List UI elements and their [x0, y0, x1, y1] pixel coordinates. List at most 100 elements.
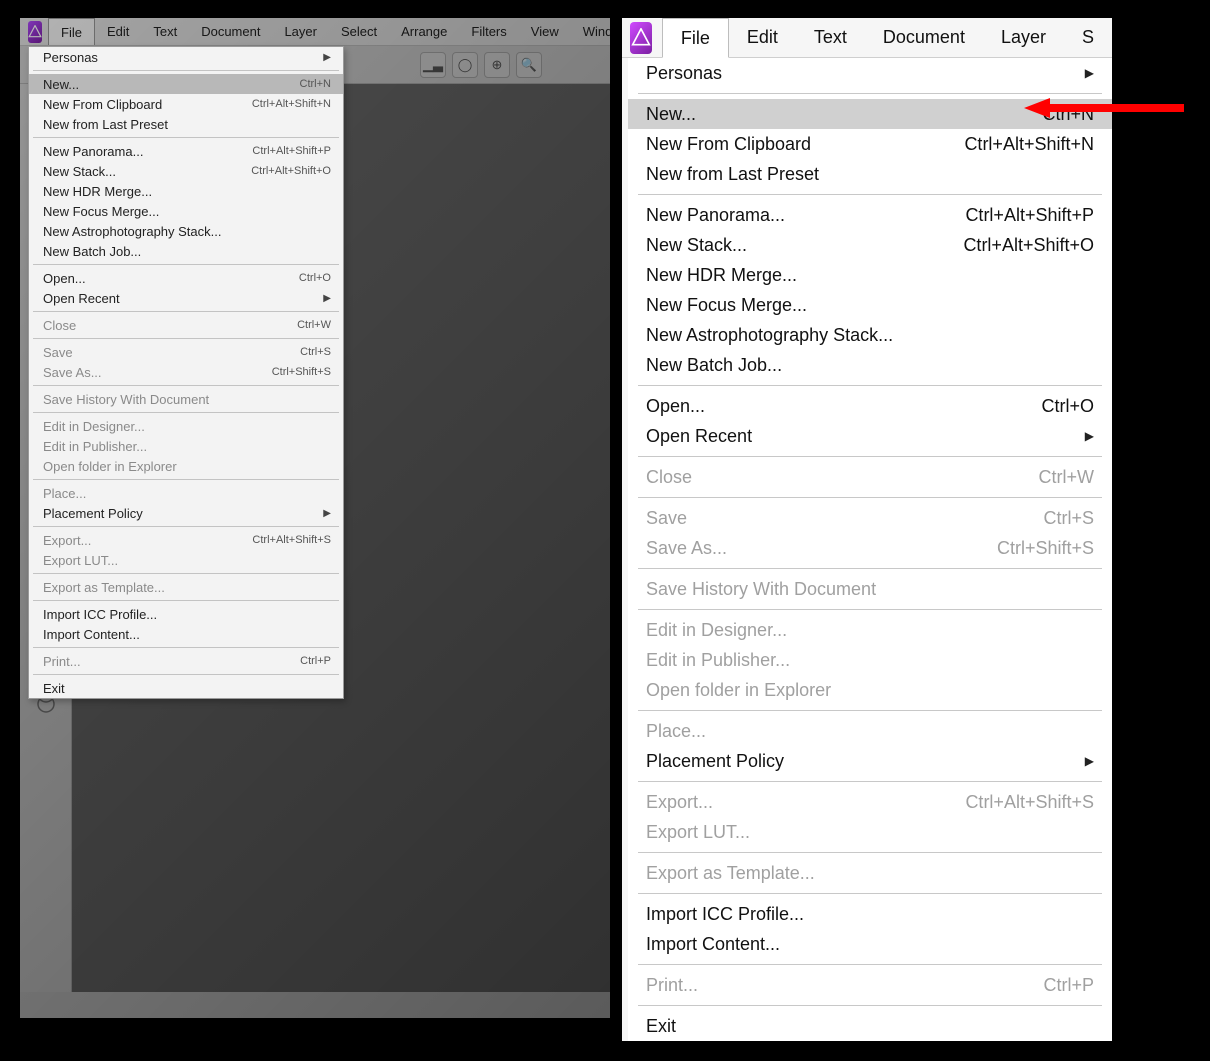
menu-item-label: New from Last Preset	[43, 117, 168, 132]
menu-item-new-focus-merge[interactable]: New Focus Merge...	[29, 201, 343, 221]
menu-item-import-content[interactable]: Import Content...	[29, 624, 343, 644]
menu-item-exit[interactable]: Exit	[628, 1011, 1112, 1041]
menu-item-save-history-with-document: Save History With Document	[29, 389, 343, 409]
menubar-item-document[interactable]: Document	[189, 18, 272, 45]
menubar-item-document[interactable]: Document	[865, 18, 983, 57]
menu-item-shortcut: Ctrl+Shift+S	[997, 538, 1094, 559]
toolbar-search-icon[interactable]: 🔍	[516, 52, 542, 78]
menu-item-new-stack[interactable]: New Stack...Ctrl+Alt+Shift+O	[29, 161, 343, 181]
menu-item-new-stack[interactable]: New Stack...Ctrl+Alt+Shift+O	[628, 230, 1112, 260]
menu-item-label: New From Clipboard	[646, 134, 811, 155]
menubar-item-file[interactable]: File	[48, 18, 95, 45]
menu-separator	[33, 264, 339, 265]
menu-item-label: New Astrophotography Stack...	[43, 224, 221, 239]
menu-item-open[interactable]: Open...Ctrl+O	[29, 268, 343, 288]
menu-item-new[interactable]: New...Ctrl+N	[29, 74, 343, 94]
menu-item-new-from-clipboard[interactable]: New From ClipboardCtrl+Alt+Shift+N	[628, 129, 1112, 159]
file-menu-dropdown[interactable]: Personas▶ New...Ctrl+NNew From ClipboardC…	[28, 46, 344, 699]
menu-item-shortcut: Ctrl+Alt+Shift+O	[251, 165, 331, 177]
menu-item-new-from-last-preset[interactable]: New from Last Preset	[628, 159, 1112, 189]
menu-item-edit-in-designer: Edit in Designer...	[628, 615, 1112, 645]
menu-item-exit[interactable]: Exit	[29, 678, 343, 698]
menu-separator	[638, 568, 1102, 569]
menubar-item-view[interactable]: View	[519, 18, 571, 45]
menu-item-placement-policy[interactable]: Placement Policy▶	[29, 503, 343, 523]
menubar-item-arrange[interactable]: Arrange	[389, 18, 459, 45]
menubar-item-text[interactable]: Text	[141, 18, 189, 45]
menubar-item-file[interactable]: File	[662, 18, 729, 58]
menu-item-placement-policy[interactable]: Placement Policy▶	[628, 746, 1112, 776]
file-menu-dropdown-zoom[interactable]: Personas▶New...Ctrl+NNew From ClipboardC…	[628, 58, 1112, 1041]
menu-item-label: Exit	[43, 681, 65, 696]
submenu-chevron-icon: ▶	[323, 52, 331, 63]
menu-item-new-hdr-merge[interactable]: New HDR Merge...	[628, 260, 1112, 290]
menubar-item-edit[interactable]: Edit	[95, 18, 141, 45]
menu-item-shortcut: Ctrl+N	[1042, 104, 1094, 125]
menu-item-label: Edit in Publisher...	[646, 650, 790, 671]
toolbar-histogram-icon[interactable]: ▁▃	[420, 52, 446, 78]
menubar-item-select[interactable]: Select	[329, 18, 389, 45]
menu-item-new-panorama[interactable]: New Panorama...Ctrl+Alt+Shift+P	[628, 200, 1112, 230]
menu-separator	[638, 93, 1102, 94]
menubar-item-edit[interactable]: Edit	[729, 18, 796, 57]
menu-item-export-lut: Export LUT...	[29, 550, 343, 570]
menu-item-personas[interactable]: Personas▶	[29, 47, 343, 67]
menu-item-edit-in-designer: Edit in Designer...	[29, 416, 343, 436]
menu-item-label: Open Recent	[646, 426, 752, 447]
menubar-item-text[interactable]: Text	[796, 18, 865, 57]
menu-item-new-from-last-preset[interactable]: New from Last Preset	[29, 114, 343, 134]
menu-item-edit-in-publisher: Edit in Publisher...	[628, 645, 1112, 675]
menu-item-import-icc-profile[interactable]: Import ICC Profile...	[628, 899, 1112, 929]
menu-separator	[638, 893, 1102, 894]
menubar-item-filters[interactable]: Filters	[459, 18, 518, 45]
menu-item-label: New from Last Preset	[646, 164, 819, 185]
toolbar-globe-icon[interactable]: ⊕	[484, 52, 510, 78]
menu-item-new-from-clipboard[interactable]: New From ClipboardCtrl+Alt+Shift+N	[29, 94, 343, 114]
menubar[interactable]: File Edit Text Document Layer Select Arr…	[20, 18, 610, 46]
menu-item-label: Export...	[43, 533, 91, 548]
menu-item-import-content[interactable]: Import Content...	[628, 929, 1112, 959]
menu-item-personas[interactable]: Personas ▶	[628, 58, 1112, 88]
menu-item-export-as-template: Export as Template...	[628, 858, 1112, 888]
menu-item-new-batch-job[interactable]: New Batch Job...	[29, 241, 343, 261]
menu-item-shortcut: Ctrl+Alt+Shift+S	[252, 534, 331, 546]
menu-item-save-history-with-document: Save History With Document	[628, 574, 1112, 604]
menu-item-new-focus-merge[interactable]: New Focus Merge...	[628, 290, 1112, 320]
menu-item-new-astrophotography-stack[interactable]: New Astrophotography Stack...	[628, 320, 1112, 350]
menu-item-label: Placement Policy	[43, 506, 143, 521]
menubar-item-select-cut[interactable]: S	[1064, 18, 1112, 57]
toolbar-circle-icon[interactable]: ◯	[452, 52, 478, 78]
menu-separator	[33, 311, 339, 312]
menu-item-open-recent[interactable]: Open Recent▶	[29, 288, 343, 308]
menu-item-label: Place...	[43, 486, 86, 501]
menu-item-save: SaveCtrl+S	[29, 342, 343, 362]
menu-item-label: Close	[646, 467, 692, 488]
menubar-item-layer[interactable]: Layer	[272, 18, 329, 45]
menu-item-new-batch-job[interactable]: New Batch Job...	[628, 350, 1112, 380]
menu-item-open-recent[interactable]: Open Recent▶	[628, 421, 1112, 451]
menu-item-new[interactable]: New...Ctrl+N	[628, 99, 1112, 129]
menu-item-save: SaveCtrl+S	[628, 503, 1112, 533]
submenu-chevron-icon: ▶	[1085, 66, 1094, 80]
menubar-item-layer[interactable]: Layer	[983, 18, 1064, 57]
menu-item-save-as: Save As...Ctrl+Shift+S	[628, 533, 1112, 563]
menu-item-new-panorama[interactable]: New Panorama...Ctrl+Alt+Shift+P	[29, 141, 343, 161]
menu-item-label: Open folder in Explorer	[43, 459, 177, 474]
menu-item-label: New Panorama...	[43, 144, 143, 159]
menubar-zoom[interactable]: File Edit Text Document Layer S	[622, 18, 1112, 58]
menu-item-new-astrophotography-stack[interactable]: New Astrophotography Stack...	[29, 221, 343, 241]
menubar-item-window[interactable]: Window	[571, 18, 610, 45]
menu-item-new-hdr-merge[interactable]: New HDR Merge...	[29, 181, 343, 201]
menu-item-label: Export as Template...	[43, 580, 165, 595]
menu-item-label: Save	[43, 345, 73, 360]
menu-item-import-icc-profile[interactable]: Import ICC Profile...	[29, 604, 343, 624]
menu-item-label: Open...	[646, 396, 705, 417]
menu-item-shortcut: Ctrl+O	[1041, 396, 1094, 417]
menu-separator	[33, 479, 339, 480]
app-window-zoom: File Edit Text Document Layer S Personas…	[622, 18, 1112, 1041]
menu-item-open-folder-in-explorer: Open folder in Explorer	[628, 675, 1112, 705]
menu-item-label: Personas	[646, 63, 722, 84]
menu-separator	[33, 573, 339, 574]
menu-item-place: Place...	[29, 483, 343, 503]
menu-item-open[interactable]: Open... Ctrl+O	[628, 391, 1112, 421]
